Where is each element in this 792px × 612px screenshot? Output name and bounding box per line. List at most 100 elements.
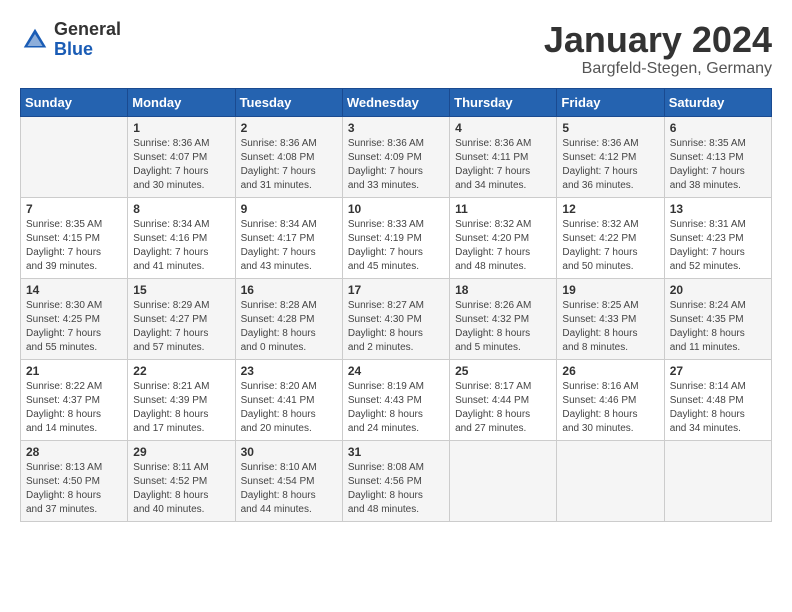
calendar-cell: 19Sunrise: 8:25 AMSunset: 4:33 PMDayligh… <box>557 278 664 359</box>
calendar-cell: 20 Sunrise: 8:24 AMSunset: 4:35 PMDayligh… <box>664 278 771 359</box>
calendar-cell: 8 Sunrise: 8:34 AMSunset: 4:16 PMDaylight… <box>128 197 235 278</box>
month-title: January 2024 <box>544 20 772 60</box>
day-number: 22 <box>133 364 229 378</box>
day-info: Sunrise: 8:31 AMSunset: 4:23 PMDaylight:… <box>670 218 766 274</box>
day-info: Sunrise: 8:27 AMSunset: 4:30 PMDaylight:… <box>348 299 444 355</box>
day-info: Sunrise: 8:36 AMSunset: 4:11 PMDaylight:… <box>455 137 551 193</box>
day-number: 28 <box>26 445 122 459</box>
day-number: 18 <box>455 283 551 297</box>
calendar-cell: 24 Sunrise: 8:19 AMSunset: 4:43 PMDayligh… <box>342 359 449 440</box>
weekday-header: Wednesday <box>342 88 449 116</box>
calendar-cell: 23Sunrise: 8:20 AMSunset: 4:41 PMDayligh… <box>235 359 342 440</box>
day-info: Sunrise: 8:19 AMSunset: 4:43 PMDaylight:… <box>348 380 444 436</box>
calendar-cell: 7Sunrise: 8:35 AMSunset: 4:15 PMDaylight… <box>21 197 128 278</box>
calendar-cell: 22 Sunrise: 8:21 AMSunset: 4:39 PMDayligh… <box>128 359 235 440</box>
day-info: Sunrise: 8:10 AMSunset: 4:54 PMDaylight:… <box>241 461 337 517</box>
calendar-cell: 26 Sunrise: 8:16 AMSunset: 4:46 PMDayligh… <box>557 359 664 440</box>
day-info: Sunrise: 8:14 AMSunset: 4:48 PMDaylight:… <box>670 380 766 436</box>
day-info: Sunrise: 8:08 AMSunset: 4:56 PMDaylight:… <box>348 461 444 517</box>
calendar-cell: 12 Sunrise: 8:32 AMSunset: 4:22 PMDayligh… <box>557 197 664 278</box>
day-number: 1 <box>133 121 229 135</box>
day-number: 3 <box>348 121 444 135</box>
day-info: Sunrise: 8:11 AMSunset: 4:52 PMDaylight:… <box>133 461 229 517</box>
calendar-cell: 6 Sunrise: 8:35 AMSunset: 4:13 PMDaylight… <box>664 116 771 197</box>
day-info: Sunrise: 8:28 AMSunset: 4:28 PMDaylight:… <box>241 299 337 355</box>
calendar-cell: 27 Sunrise: 8:14 AMSunset: 4:48 PMDayligh… <box>664 359 771 440</box>
day-info: Sunrise: 8:26 AMSunset: 4:32 PMDaylight:… <box>455 299 551 355</box>
day-info: Sunrise: 8:24 AMSunset: 4:35 PMDaylight:… <box>670 299 766 355</box>
weekday-header: Monday <box>128 88 235 116</box>
day-number: 24 <box>348 364 444 378</box>
day-number: 23 <box>241 364 337 378</box>
calendar-cell: 5 Sunrise: 8:36 AMSunset: 4:12 PMDaylight… <box>557 116 664 197</box>
calendar-cell: 10Sunrise: 8:33 AMSunset: 4:19 PMDayligh… <box>342 197 449 278</box>
calendar-cell: 2 Sunrise: 8:36 AMSunset: 4:08 PMDaylight… <box>235 116 342 197</box>
calendar-cell: 31 Sunrise: 8:08 AMSunset: 4:56 PMDayligh… <box>342 440 449 521</box>
logo-icon <box>20 25 50 55</box>
weekday-header: Thursday <box>450 88 557 116</box>
calendar-cell: 14Sunrise: 8:30 AMSunset: 4:25 PMDayligh… <box>21 278 128 359</box>
calendar-cell: 13 Sunrise: 8:31 AMSunset: 4:23 PMDayligh… <box>664 197 771 278</box>
title-block: January 2024 Bargfeld-Stegen, Germany <box>544 20 772 78</box>
calendar-cell: 11Sunrise: 8:32 AMSunset: 4:20 PMDayligh… <box>450 197 557 278</box>
logo-blue: Blue <box>54 40 121 60</box>
day-number: 29 <box>133 445 229 459</box>
calendar-cell <box>664 440 771 521</box>
day-number: 8 <box>133 202 229 216</box>
day-number: 21 <box>26 364 122 378</box>
day-number: 5 <box>562 121 658 135</box>
calendar-cell: 1Sunrise: 8:36 AMSunset: 4:07 PMDaylight… <box>128 116 235 197</box>
day-info: Sunrise: 8:30 AMSunset: 4:25 PMDaylight:… <box>26 299 122 355</box>
location: Bargfeld-Stegen, Germany <box>544 60 772 78</box>
day-info: Sunrise: 8:16 AMSunset: 4:46 PMDaylight:… <box>562 380 658 436</box>
calendar-cell: 4Sunrise: 8:36 AMSunset: 4:11 PMDaylight… <box>450 116 557 197</box>
day-info: Sunrise: 8:25 AMSunset: 4:33 PMDaylight:… <box>562 299 658 355</box>
day-info: Sunrise: 8:36 AMSunset: 4:08 PMDaylight:… <box>241 137 337 193</box>
calendar-cell: 21Sunrise: 8:22 AMSunset: 4:37 PMDayligh… <box>21 359 128 440</box>
calendar-cell: 9 Sunrise: 8:34 AMSunset: 4:17 PMDaylight… <box>235 197 342 278</box>
day-info: Sunrise: 8:36 AMSunset: 4:12 PMDaylight:… <box>562 137 658 193</box>
day-number: 7 <box>26 202 122 216</box>
day-number: 12 <box>562 202 658 216</box>
day-info: Sunrise: 8:29 AMSunset: 4:27 PMDaylight:… <box>133 299 229 355</box>
day-number: 27 <box>670 364 766 378</box>
calendar-cell <box>450 440 557 521</box>
day-number: 11 <box>455 202 551 216</box>
calendar-cell: 28Sunrise: 8:13 AMSunset: 4:50 PMDayligh… <box>21 440 128 521</box>
calendar-cell: 25Sunrise: 8:17 AMSunset: 4:44 PMDayligh… <box>450 359 557 440</box>
day-number: 13 <box>670 202 766 216</box>
calendar-cell <box>557 440 664 521</box>
calendar-cell: 17 Sunrise: 8:27 AMSunset: 4:30 PMDayligh… <box>342 278 449 359</box>
calendar-week-row: 14Sunrise: 8:30 AMSunset: 4:25 PMDayligh… <box>21 278 772 359</box>
day-info: Sunrise: 8:34 AMSunset: 4:17 PMDaylight:… <box>241 218 337 274</box>
day-number: 15 <box>133 283 229 297</box>
day-info: Sunrise: 8:34 AMSunset: 4:16 PMDaylight:… <box>133 218 229 274</box>
day-info: Sunrise: 8:32 AMSunset: 4:22 PMDaylight:… <box>562 218 658 274</box>
day-number: 30 <box>241 445 337 459</box>
calendar-cell: 30 Sunrise: 8:10 AMSunset: 4:54 PMDayligh… <box>235 440 342 521</box>
logo: General Blue <box>20 20 121 60</box>
day-number: 2 <box>241 121 337 135</box>
day-number: 6 <box>670 121 766 135</box>
calendar-cell <box>21 116 128 197</box>
calendar-week-row: 21Sunrise: 8:22 AMSunset: 4:37 PMDayligh… <box>21 359 772 440</box>
day-number: 9 <box>241 202 337 216</box>
calendar-table: SundayMondayTuesdayWednesdayThursdayFrid… <box>20 88 772 522</box>
calendar-cell: 16Sunrise: 8:28 AMSunset: 4:28 PMDayligh… <box>235 278 342 359</box>
day-number: 31 <box>348 445 444 459</box>
day-info: Sunrise: 8:21 AMSunset: 4:39 PMDaylight:… <box>133 380 229 436</box>
calendar-cell: 18 Sunrise: 8:26 AMSunset: 4:32 PMDayligh… <box>450 278 557 359</box>
weekday-header: Saturday <box>664 88 771 116</box>
day-info: Sunrise: 8:35 AMSunset: 4:13 PMDaylight:… <box>670 137 766 193</box>
day-info: Sunrise: 8:36 AMSunset: 4:09 PMDaylight:… <box>348 137 444 193</box>
day-number: 26 <box>562 364 658 378</box>
calendar-cell: 3 Sunrise: 8:36 AMSunset: 4:09 PMDaylight… <box>342 116 449 197</box>
calendar-cell: 15 Sunrise: 8:29 AMSunset: 4:27 PMDayligh… <box>128 278 235 359</box>
day-number: 20 <box>670 283 766 297</box>
day-number: 17 <box>348 283 444 297</box>
day-number: 25 <box>455 364 551 378</box>
day-info: Sunrise: 8:33 AMSunset: 4:19 PMDaylight:… <box>348 218 444 274</box>
calendar-week-row: 7Sunrise: 8:35 AMSunset: 4:15 PMDaylight… <box>21 197 772 278</box>
weekday-header: Sunday <box>21 88 128 116</box>
calendar-week-row: 1Sunrise: 8:36 AMSunset: 4:07 PMDaylight… <box>21 116 772 197</box>
